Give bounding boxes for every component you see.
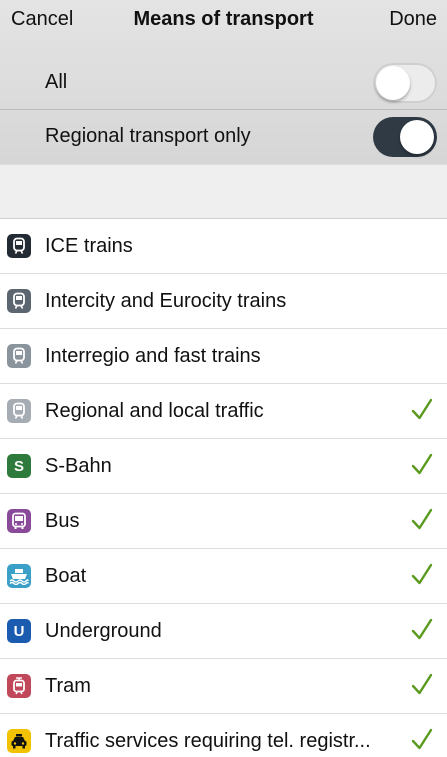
toggle-row-regional: Regional transport only	[0, 110, 447, 164]
underground-icon: U	[7, 619, 31, 643]
checkmark-icon	[411, 727, 433, 753]
transport-list: ICE trains Intercity and Eurocity trains I…	[0, 219, 447, 757]
transport-item[interactable]: Intercity and Eurocity trains	[0, 274, 447, 329]
icon-letter: U	[13, 622, 25, 640]
transport-item[interactable]: Traffic services requiring tel. registr.…	[0, 714, 447, 757]
all-toggle-switch[interactable]	[373, 63, 437, 103]
transport-item-label: ICE trains	[45, 235, 133, 257]
transport-item-label: Interregio and fast trains	[45, 345, 261, 367]
toggle-row-all: All	[0, 56, 447, 110]
s-bahn-icon: S	[7, 454, 31, 478]
transport-item[interactable]: Regional and local traffic	[0, 384, 447, 439]
transport-item[interactable]: Interregio and fast trains	[0, 329, 447, 384]
transport-item-label: Regional and local traffic	[45, 400, 264, 422]
regional-train-icon	[7, 399, 31, 423]
taxi-icon	[7, 729, 31, 753]
bus-icon	[7, 509, 31, 533]
all-label: All	[45, 71, 68, 93]
done-button[interactable]: Done	[389, 8, 437, 31]
regional-only-label: Regional transport only	[45, 125, 251, 147]
interregio-train-icon	[7, 344, 31, 368]
checkmark-icon	[411, 617, 433, 643]
transport-item-label: Traffic services requiring tel. registr.…	[45, 730, 371, 752]
transport-item-label: Tram	[45, 675, 91, 697]
transport-item-label: Intercity and Eurocity trains	[45, 290, 287, 312]
intercity-train-icon	[7, 289, 31, 313]
checkmark-icon	[411, 562, 433, 588]
transport-item[interactable]: ICE trains	[0, 219, 447, 274]
regional-only-toggle-switch[interactable]	[373, 117, 437, 157]
transport-item[interactable]: Tram	[0, 659, 447, 714]
transport-item[interactable]: Bus	[0, 494, 447, 549]
checkmark-icon	[411, 397, 433, 423]
transport-item-label: Underground	[45, 620, 162, 642]
transport-item-label: Boat	[45, 565, 87, 587]
transport-item[interactable]: S S-Bahn	[0, 439, 447, 494]
transport-item[interactable]: Boat	[0, 549, 447, 604]
navigation-bar: Cancel Means of transport Done	[0, 0, 447, 42]
settings-header: Cancel Means of transport Done All Regio…	[0, 0, 447, 164]
ice-train-icon	[7, 234, 31, 258]
icon-letter: S	[13, 457, 24, 475]
toggle-knob	[400, 120, 434, 154]
transport-item[interactable]: U Underground	[0, 604, 447, 659]
checkmark-icon	[411, 452, 433, 478]
boat-icon	[7, 564, 31, 588]
toggle-knob	[376, 66, 410, 100]
transport-item-label: S-Bahn	[45, 455, 112, 477]
tram-icon	[7, 674, 31, 698]
checkmark-icon	[411, 672, 433, 698]
page-title: Means of transport	[133, 8, 314, 30]
transport-item-label: Bus	[45, 510, 80, 532]
section-spacer	[0, 164, 447, 219]
checkmark-icon	[411, 507, 433, 533]
